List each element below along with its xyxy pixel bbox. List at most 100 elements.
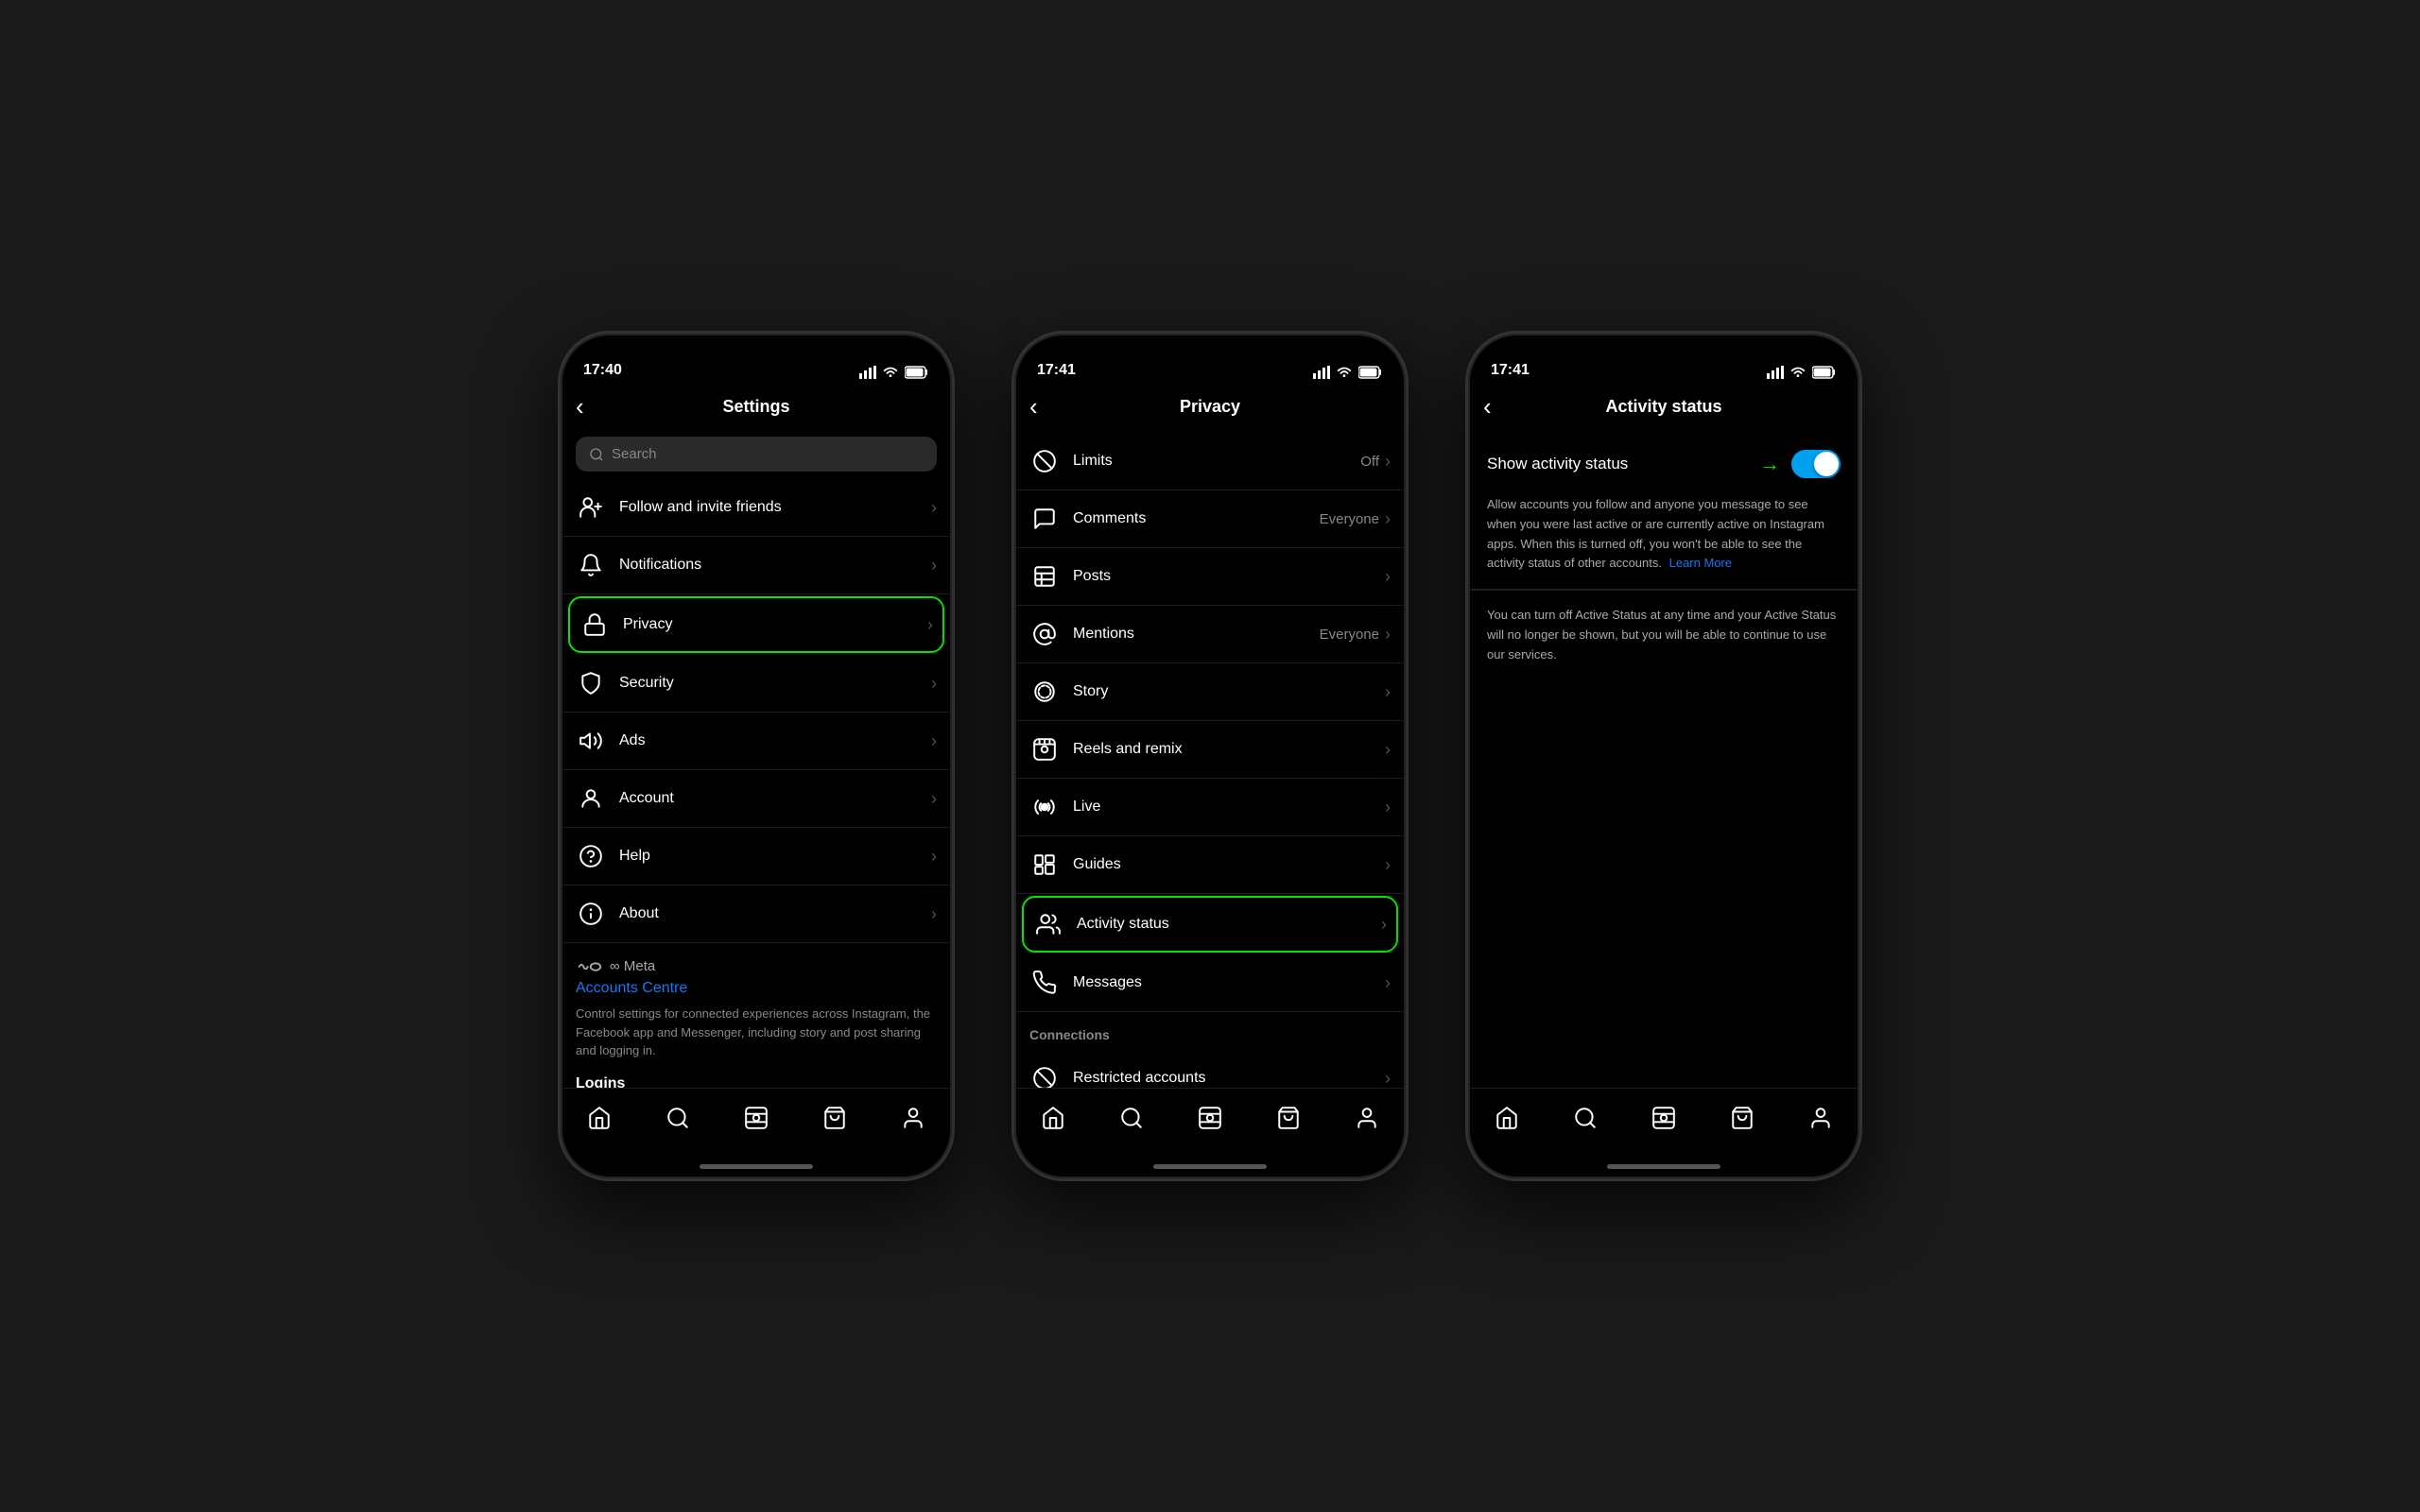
- green-arrow-icon: →: [1759, 452, 1780, 476]
- activity-label: Activity status: [1077, 916, 1381, 933]
- signal-icon-2: [1313, 366, 1330, 379]
- connections-label: Connections: [1014, 1012, 1406, 1050]
- signal-icon: [859, 366, 876, 379]
- search-tab-2[interactable]: [1113, 1099, 1150, 1137]
- home-indicator-2: [1014, 1154, 1406, 1178]
- profile-tab-3[interactable]: [1802, 1099, 1840, 1137]
- mentions-value: Everyone: [1320, 627, 1379, 643]
- live-icon: [1029, 792, 1060, 822]
- privacy-label: Privacy: [623, 616, 927, 633]
- learn-more-link[interactable]: Learn More: [1669, 556, 1732, 570]
- comments-label: Comments: [1073, 510, 1320, 527]
- battery-icon-3: [1812, 366, 1837, 379]
- ads-label: Ads: [619, 732, 931, 749]
- home-tab-1[interactable]: [580, 1099, 618, 1137]
- settings-item-notifications[interactable]: Notifications ›: [561, 537, 952, 594]
- privacy-item-reels[interactable]: Reels and remix ›: [1014, 721, 1406, 779]
- back-button-1[interactable]: ‹: [576, 392, 614, 421]
- meta-logo: ∞ Meta: [576, 958, 937, 974]
- info-icon: [576, 899, 606, 929]
- reels-tab-1[interactable]: [737, 1099, 775, 1137]
- profile-tab-1[interactable]: [894, 1099, 932, 1137]
- privacy-item-messages[interactable]: Messages ›: [1014, 954, 1406, 1012]
- home-tab-3[interactable]: [1488, 1099, 1526, 1137]
- search-tab-1[interactable]: [659, 1099, 697, 1137]
- megaphone-icon: [576, 726, 606, 756]
- settings-item-follow[interactable]: Follow and invite friends ›: [561, 479, 952, 537]
- status-bar-2: 17:41: [1014, 334, 1406, 385]
- chevron-icon: ›: [931, 789, 937, 809]
- activity-desc-1: Allow accounts you follow and anyone you…: [1468, 495, 1859, 589]
- mentions-icon: [1029, 619, 1060, 649]
- settings-item-account[interactable]: Account ›: [561, 770, 952, 828]
- wifi-icon-2: [1336, 366, 1353, 379]
- nav-bar-2: ‹ Privacy: [1014, 385, 1406, 433]
- activity-content: Show activity status → Allow accounts yo…: [1468, 433, 1859, 1088]
- live-label: Live: [1073, 799, 1379, 816]
- privacy-item-comments[interactable]: Comments Everyone ›: [1014, 490, 1406, 548]
- privacy-item-live[interactable]: Live ›: [1014, 779, 1406, 836]
- account-label: Account: [619, 790, 931, 807]
- toggle-arrow-container: →: [1759, 450, 1841, 478]
- chevron-icon: ›: [1385, 625, 1391, 644]
- toggle-row[interactable]: Show activity status →: [1468, 433, 1859, 495]
- settings-item-help[interactable]: Help ›: [561, 828, 952, 885]
- bell-icon: [576, 550, 606, 580]
- mentions-label: Mentions: [1073, 626, 1320, 643]
- status-icons-2: [1313, 366, 1383, 379]
- settings-item-privacy[interactable]: Privacy ›: [568, 596, 944, 653]
- back-button-2[interactable]: ‹: [1029, 392, 1067, 421]
- shop-tab-2[interactable]: [1270, 1099, 1307, 1137]
- privacy-item-limits[interactable]: Limits Off ›: [1014, 433, 1406, 490]
- reels-tab-3[interactable]: [1645, 1099, 1683, 1137]
- battery-icon: [905, 366, 929, 379]
- shop-tab-3[interactable]: [1723, 1099, 1761, 1137]
- messages-icon: [1029, 968, 1060, 998]
- search-bar-1[interactable]: Search: [576, 437, 937, 472]
- status-bar-1: 17:40: [561, 334, 952, 385]
- settings-list: Follow and invite friends › Notification…: [561, 479, 952, 1088]
- follow-label: Follow and invite friends: [619, 499, 931, 516]
- home-indicator-1: [561, 1154, 952, 1178]
- privacy-item-restricted[interactable]: Restricted accounts ›: [1014, 1050, 1406, 1088]
- settings-item-security[interactable]: Security ›: [561, 655, 952, 713]
- privacy-item-posts[interactable]: Posts ›: [1014, 548, 1406, 606]
- privacy-item-story[interactable]: Story ›: [1014, 663, 1406, 721]
- chevron-icon: ›: [931, 847, 937, 867]
- search-tab-3[interactable]: [1566, 1099, 1604, 1137]
- phone-privacy: 17:41 ‹ Privacy Limits Off ›: [1011, 331, 1409, 1181]
- chevron-icon: ›: [927, 615, 933, 635]
- privacy-item-guides[interactable]: Guides ›: [1014, 836, 1406, 894]
- accounts-centre-link[interactable]: Accounts Centre: [576, 980, 937, 997]
- settings-item-about[interactable]: About ›: [561, 885, 952, 943]
- follow-icon: [576, 492, 606, 523]
- guides-label: Guides: [1073, 856, 1379, 873]
- chevron-icon: ›: [931, 498, 937, 518]
- back-button-3[interactable]: ‹: [1483, 392, 1521, 421]
- chevron-icon: ›: [1385, 452, 1391, 472]
- limits-value: Off: [1360, 454, 1379, 470]
- home-tab-2[interactable]: [1034, 1099, 1072, 1137]
- logins-label: Logins: [576, 1075, 937, 1089]
- chevron-icon: ›: [931, 556, 937, 576]
- search-placeholder-1: Search: [612, 446, 657, 462]
- shield-icon: [576, 668, 606, 698]
- chevron-icon: ›: [1385, 798, 1391, 817]
- reels-tab-2[interactable]: [1191, 1099, 1229, 1137]
- posts-label: Posts: [1073, 568, 1379, 585]
- help-icon: [576, 841, 606, 871]
- privacy-item-activity[interactable]: Activity status ›: [1022, 896, 1398, 953]
- guides-icon: [1029, 850, 1060, 880]
- status-icons-3: [1767, 366, 1837, 379]
- posts-icon: [1029, 561, 1060, 592]
- wifi-icon-3: [1789, 366, 1806, 379]
- bottom-bar-3: [1468, 1088, 1859, 1154]
- settings-item-ads[interactable]: Ads ›: [561, 713, 952, 770]
- lock-icon: [579, 610, 610, 640]
- shop-tab-1[interactable]: [816, 1099, 854, 1137]
- status-icons-1: [859, 366, 929, 379]
- toggle-switch[interactable]: [1791, 450, 1841, 478]
- privacy-item-mentions[interactable]: Mentions Everyone ›: [1014, 606, 1406, 663]
- profile-tab-2[interactable]: [1348, 1099, 1386, 1137]
- activity-desc-2: You can turn off Active Status at any ti…: [1468, 590, 1859, 679]
